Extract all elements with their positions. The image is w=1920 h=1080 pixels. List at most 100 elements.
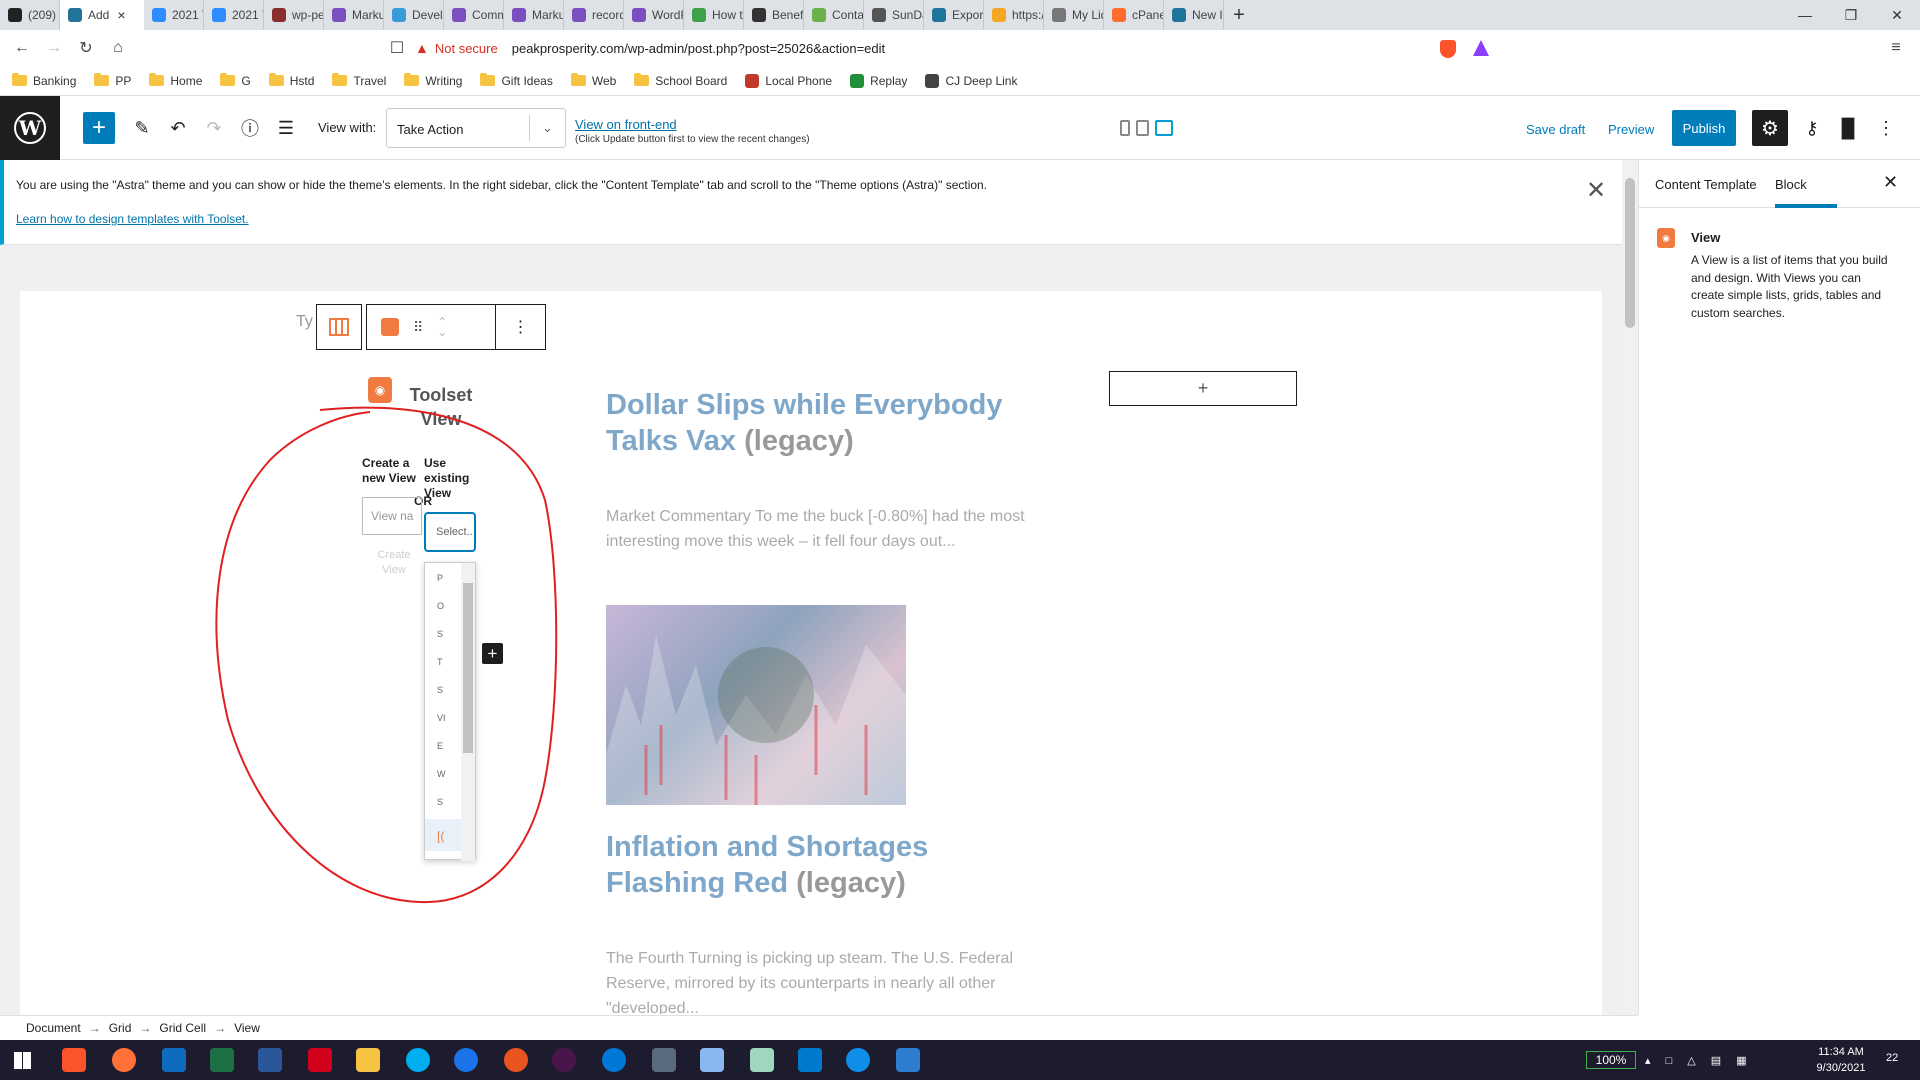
info-icon[interactable]: ⓘ [234,112,266,144]
photos-icon[interactable] [896,1048,920,1072]
excel-icon[interactable] [210,1048,234,1072]
dropdown-option[interactable]: W [437,769,446,779]
windows-start-icon[interactable] [14,1052,31,1069]
breadcrumb-item[interactable]: Document [26,1021,81,1035]
close-icon[interactable]: ✕ [1586,176,1606,205]
browser-tab[interactable]: Markup [504,0,564,30]
brave-shield-icon[interactable] [1440,40,1456,58]
restore-icon[interactable]: ❐ [1828,0,1874,30]
existing-view-select[interactable]: Select.. [424,512,476,552]
app-icon[interactable] [700,1048,724,1072]
firefox-icon[interactable] [112,1048,136,1072]
notice-link[interactable]: Learn how to design templates with Tools… [16,212,249,226]
browser-tab[interactable]: 2021 TC [144,0,204,30]
dropdown-scrollbar[interactable] [461,563,475,861]
browser-tab[interactable]: Add × [60,0,144,30]
post-title[interactable]: Inflation and Shortages Flashing Red (le… [606,829,1026,901]
dropdown-option[interactable]: P [437,573,443,583]
browser-tab[interactable]: New Imp [1164,0,1224,30]
notification-count[interactable]: 22 [1886,1052,1898,1064]
bookmark-folder[interactable]: School Board [634,73,727,88]
bookmark-link[interactable]: Replay [850,73,907,88]
add-column-block-button[interactable]: + [1109,371,1297,406]
minimize-icon[interactable]: — [1782,0,1828,30]
new-tab-button[interactable]: + [1224,0,1254,30]
home-icon[interactable]: ⌂ [102,32,134,64]
scrollbar-thumb[interactable] [1625,178,1635,328]
dropdown-option[interactable]: VI [437,713,446,723]
brave-icon[interactable] [62,1048,86,1072]
bookmark-folder[interactable]: Gift Ideas [480,73,553,88]
wordpress-logo-icon[interactable]: W [0,96,60,160]
browser-tab[interactable]: Comme [444,0,504,30]
browser-tab[interactable]: wp-peak [264,0,324,30]
brave-rewards-icon[interactable] [1473,40,1489,56]
toolset-icon[interactable]: █ [1832,112,1864,144]
bookmark-link[interactable]: Local Phone [745,73,832,88]
canvas-scrollbar[interactable] [1622,160,1638,1015]
close-window-icon[interactable]: ✕ [1874,0,1920,30]
breadcrumb-item[interactable]: View [234,1021,260,1035]
dropdown-option[interactable]: E [437,741,443,751]
skype-icon[interactable] [406,1048,430,1072]
dropdown-option[interactable]: T [437,657,443,667]
back-icon[interactable]: ← [6,32,38,64]
browser-tab[interactable]: 2021 TC [204,0,264,30]
forward-icon[interactable]: → [38,32,70,64]
close-sidebar-icon[interactable]: ✕ [1883,172,1898,193]
browser-tab[interactable]: WordPre [624,0,684,30]
app-icon[interactable] [602,1048,626,1072]
toolset-access-icon[interactable]: ⚷ [1796,112,1828,144]
browser-tab[interactable]: Develop [384,0,444,30]
bookmark-folder[interactable]: Travel [332,73,386,88]
bookmark-folder[interactable]: PP [94,73,131,88]
battery-indicator[interactable]: 100% [1586,1051,1636,1069]
block-more-options-button[interactable]: ⋮ [496,304,546,350]
system-clock[interactable]: 11:34 AM 9/30/2021 [1806,1044,1876,1076]
dropdown-option[interactable]: O [437,601,444,611]
browser-tab[interactable]: How to [684,0,744,30]
edit-pencil-icon[interactable]: ✎ [126,112,158,144]
redo-icon[interactable]: ↷ [198,112,230,144]
preview-button[interactable]: Preview [1608,122,1654,137]
view-on-frontend-link[interactable]: View on front-end [575,117,677,132]
close-tab-icon[interactable]: × [117,7,125,23]
notepad-icon[interactable] [750,1048,774,1072]
system-tray-icons[interactable]: ▴ □ △ ▤ ▦ [1645,1054,1795,1067]
parent-block-button[interactable] [316,304,362,350]
bookmark-icon[interactable]: ☐ [381,32,413,64]
tab-content-template[interactable]: Content Template [1655,177,1757,192]
word-icon[interactable] [258,1048,282,1072]
add-block-button[interactable]: + [83,112,115,144]
view-name-input[interactable]: View na [362,497,422,535]
bookmark-folder[interactable]: Banking [12,73,76,88]
browser-tab[interactable]: Export t [924,0,984,30]
browser-tab[interactable]: records [564,0,624,30]
browser-tab[interactable]: SunDanc [864,0,924,30]
breadcrumb-item[interactable]: Grid Cell [159,1021,206,1035]
browser-tab[interactable]: Markup [324,0,384,30]
bookmark-folder[interactable]: Hstd [268,73,314,88]
dropdown-option[interactable]: S [437,629,443,639]
browser-tab[interactable]: Benefits [744,0,804,30]
settings-gear-icon[interactable]: ⚙ [1752,110,1788,146]
view-with-select[interactable]: Take Action ⌄ [386,108,566,148]
view-dropdown-list[interactable]: P O S T S VI E W S [( [424,562,476,861]
create-view-button[interactable]: Create View [370,548,418,578]
dropdown-option[interactable]: S [437,685,443,695]
vscode-icon[interactable] [798,1048,822,1072]
dropdown-option-selected[interactable]: [( [437,829,444,843]
url-field[interactable]: ▲ Not secure peakprosperity.com/wp-admin… [415,34,1425,62]
tab-block[interactable]: Block [1775,177,1807,192]
browser-tab[interactable]: (209) Inb [0,0,60,30]
move-updown-icon[interactable]: ⌃ ⌄ [437,316,447,338]
view-block-icon[interactable] [381,318,399,336]
desktop-preview-icon[interactable] [1155,120,1173,136]
mobile-preview-icon[interactable] [1120,120,1130,136]
browser-tab[interactable]: https://v [984,0,1044,30]
file-explorer-icon[interactable] [356,1048,380,1072]
dropdown-option[interactable]: S [437,797,443,807]
menu-icon[interactable]: ≡ [1880,32,1912,64]
bookmark-folder[interactable]: Writing [404,73,462,88]
quicken-icon[interactable] [308,1048,332,1072]
